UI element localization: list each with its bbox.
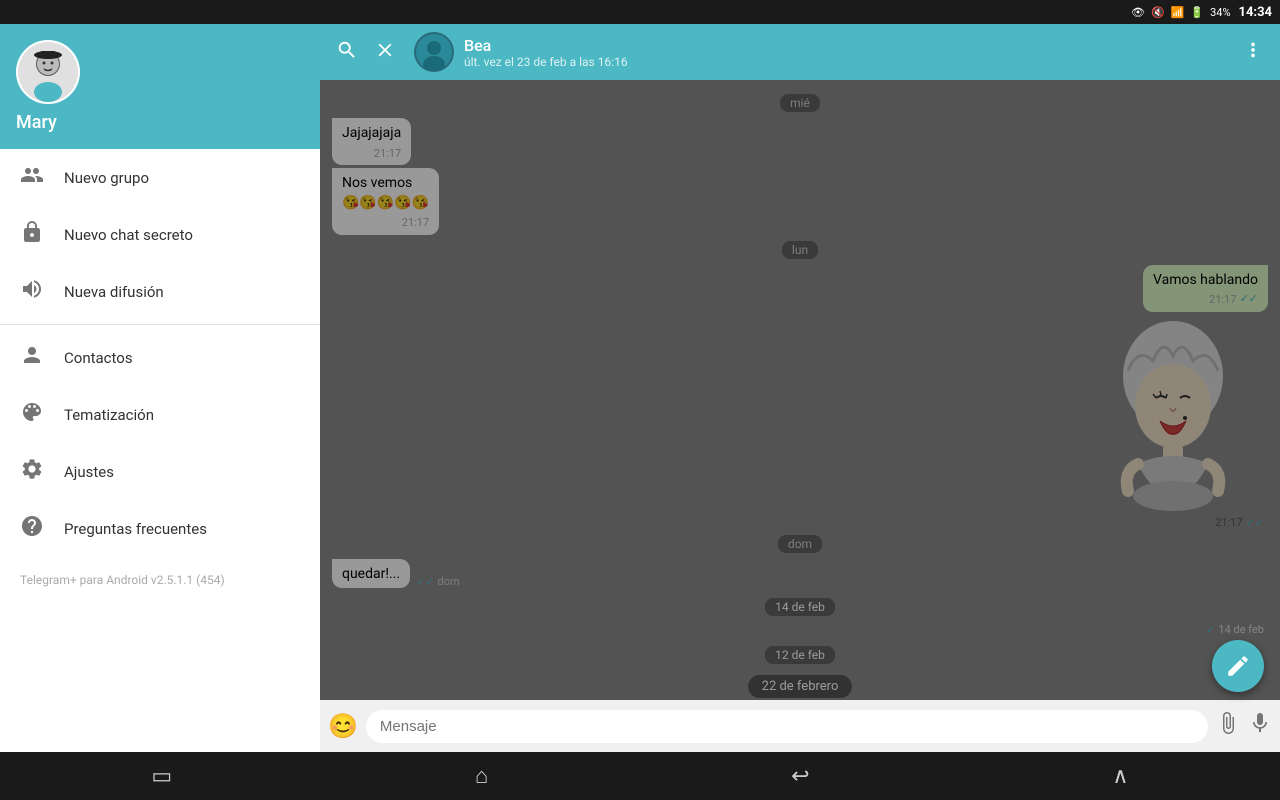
- up-button[interactable]: ∧: [1112, 764, 1128, 789]
- messages-area[interactable]: mié Jajajajaja 21:17 Nos vemos 😘😘😘😘😘: [320, 80, 1280, 700]
- sidebar-username: Mary: [16, 112, 304, 133]
- mute-icon: 🔇: [1151, 6, 1165, 19]
- bottom-bar: ▭ ⌂ ↩ ∧: [0, 752, 1280, 800]
- sidebar-item-contactos[interactable]: Contactos: [0, 329, 320, 386]
- main-layout: Mary Nuevo grupo Nuevo chat sec: [0, 24, 1280, 752]
- contact-avatar[interactable]: [414, 32, 454, 72]
- recent-apps-button[interactable]: ▭: [151, 764, 172, 789]
- difusion-label: Nueva difusión: [64, 283, 164, 301]
- sidebar-item-nuevo-grupo[interactable]: Nuevo grupo: [0, 149, 320, 206]
- broadcast-icon: [20, 277, 48, 306]
- sidebar-item-ajustes[interactable]: Ajustes: [0, 443, 320, 500]
- mic-button[interactable]: [1248, 711, 1272, 741]
- chat-info[interactable]: Bea últ. vez el 23 de feb a las 16:16: [464, 36, 1234, 69]
- status-bar: 👁 🔇 📶 🔋 34% 14:34: [0, 0, 1280, 24]
- sidebar-item-faq[interactable]: Preguntas frecuentes: [0, 500, 320, 557]
- sidebar-menu: Nuevo grupo Nuevo chat secreto Nue: [0, 149, 320, 752]
- battery-icon: 🔋: [1190, 6, 1204, 19]
- battery-percent: 34%: [1210, 6, 1230, 19]
- settings-icon: [20, 457, 48, 486]
- nuevo-grupo-label: Nuevo grupo: [64, 169, 149, 187]
- lock-icon: [20, 220, 48, 249]
- version-text: Telegram+ para Android v2.5.1.1 (454): [0, 557, 320, 603]
- contact-name: Bea: [464, 36, 1234, 55]
- edit-icon: [1225, 653, 1251, 679]
- contact-status: últ. vez el 23 de feb a las 16:16: [464, 55, 1234, 69]
- chat-secreto-label: Nuevo chat secreto: [64, 226, 193, 244]
- wifi-icon: 📶: [1171, 6, 1185, 19]
- compose-fab[interactable]: [1212, 640, 1264, 692]
- eye-icon: 👁: [1131, 6, 1145, 19]
- attach-button[interactable]: [1216, 711, 1240, 741]
- help-icon: [20, 514, 48, 543]
- status-icons: 👁 🔇 📶 🔋 34%: [1131, 6, 1231, 19]
- sidebar-item-difusion[interactable]: Nueva difusión: [0, 263, 320, 320]
- search-button[interactable]: [328, 31, 366, 74]
- sidebar-header: Mary: [0, 24, 320, 149]
- tematizacion-label: Tematización: [64, 406, 154, 424]
- faq-label: Preguntas frecuentes: [64, 520, 207, 538]
- chat-header: Bea últ. vez el 23 de feb a las 16:16: [320, 24, 1280, 80]
- chat-overlay: [320, 80, 1280, 700]
- avatar: [16, 40, 80, 104]
- close-button[interactable]: [366, 31, 404, 74]
- sidebar-item-tematizacion[interactable]: Tematización: [0, 386, 320, 443]
- contactos-label: Contactos: [64, 349, 133, 367]
- sidebar-item-chat-secreto[interactable]: Nuevo chat secreto: [0, 206, 320, 263]
- chat-area: Bea últ. vez el 23 de feb a las 16:16 mi…: [320, 24, 1280, 752]
- more-options-button[interactable]: [1234, 31, 1272, 74]
- ajustes-label: Ajustes: [64, 463, 114, 481]
- home-button[interactable]: ⌂: [475, 763, 488, 789]
- status-time: 14:34: [1239, 5, 1273, 20]
- input-area: 😊: [320, 700, 1280, 752]
- message-input[interactable]: [366, 710, 1208, 743]
- sidebar-divider: [0, 324, 320, 325]
- back-button[interactable]: ↩: [791, 764, 809, 789]
- emoji-button[interactable]: 😊: [328, 712, 358, 740]
- sidebar: Mary Nuevo grupo Nuevo chat sec: [0, 24, 320, 752]
- theme-icon: [20, 400, 48, 429]
- grupo-icon: [20, 163, 48, 192]
- contact-icon: [20, 343, 48, 372]
